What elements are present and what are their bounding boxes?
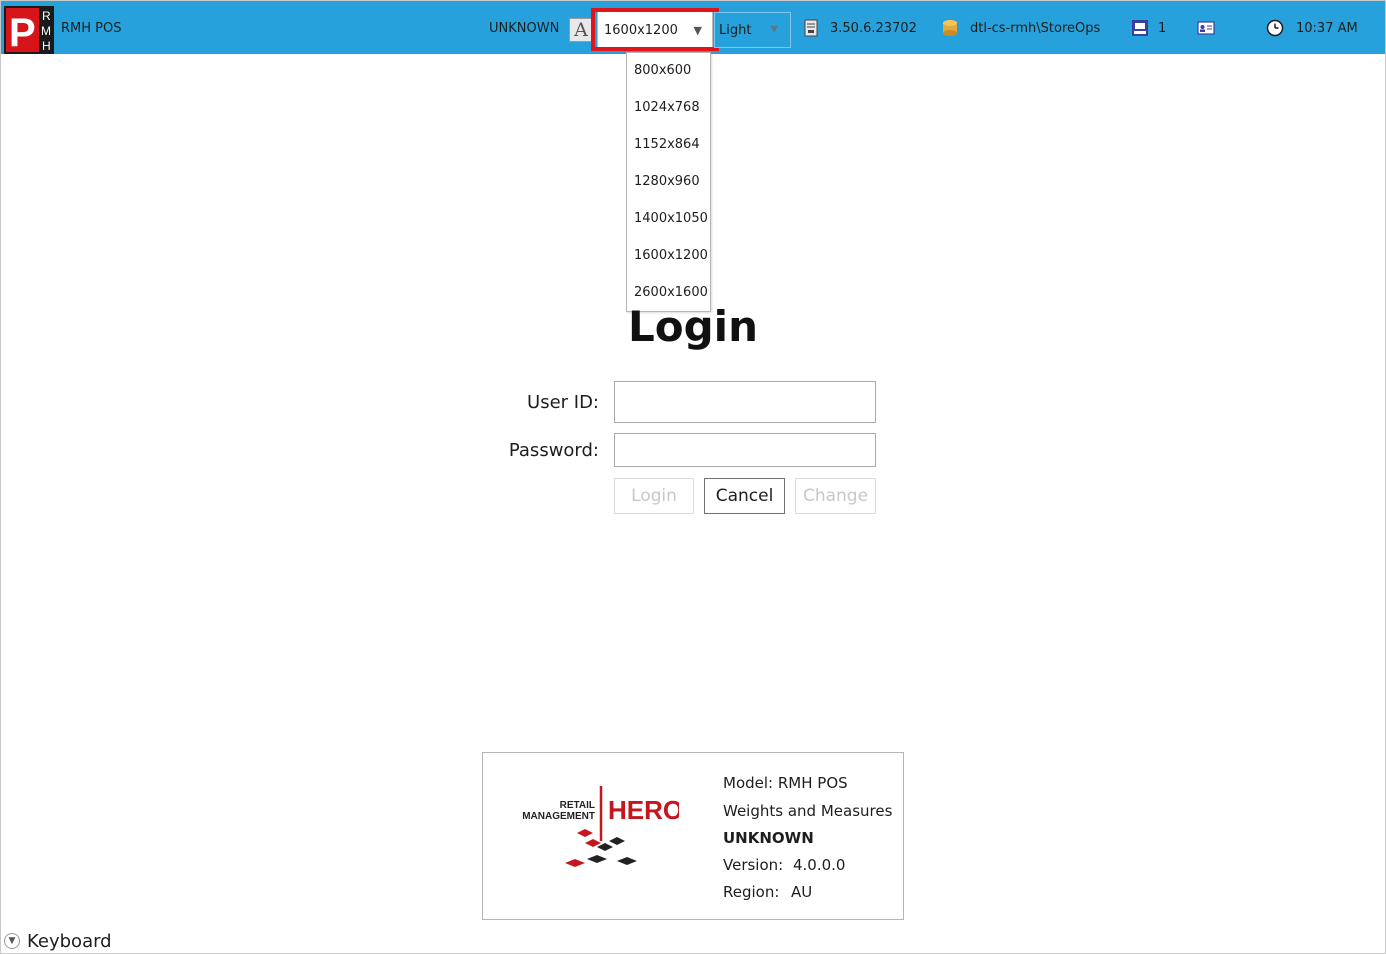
version-value: 4.0.0.0 bbox=[793, 856, 846, 874]
logo-letter-m: M bbox=[41, 24, 51, 38]
password-input[interactable] bbox=[614, 433, 876, 467]
current-time: 10:37 AM bbox=[1296, 21, 1358, 36]
password-label: Password: bbox=[508, 440, 599, 461]
top-bar: P R M H RMH POS UNKNOWN A 1600x1200 ▼ Li… bbox=[1, 1, 1385, 54]
register-icon bbox=[1132, 20, 1148, 36]
product-info-box: RETAIL MANAGEMENT HERO Model: RMH POS We… bbox=[482, 752, 904, 920]
change-button[interactable]: Change bbox=[795, 478, 876, 514]
chevron-down-icon: ▼ bbox=[4, 933, 20, 949]
theme-selected-value: Light bbox=[719, 23, 752, 38]
region-value: AU bbox=[791, 883, 813, 901]
chevron-down-icon: ▼ bbox=[770, 24, 778, 35]
logo-letter-r: R bbox=[42, 9, 51, 23]
logo-retail-text: RETAIL bbox=[560, 800, 595, 811]
server-icon bbox=[804, 19, 818, 37]
model-text: Model: RMH POS bbox=[723, 774, 848, 792]
resolution-option[interactable]: 1024x768 bbox=[627, 90, 710, 127]
resolution-option[interactable]: 1600x1200 bbox=[627, 238, 710, 275]
version-label: Version: bbox=[723, 856, 784, 874]
logo-letter-p: P bbox=[9, 11, 36, 54]
resolution-dropdown-list: 800x600 1024x768 1152x864 1280x960 1400x… bbox=[626, 52, 711, 312]
login-title: Login bbox=[628, 302, 758, 351]
theme-select[interactable]: Light ▼ bbox=[714, 12, 791, 48]
resolution-option[interactable]: 1152x864 bbox=[627, 127, 710, 164]
weights-measures-text: Weights and Measures bbox=[723, 802, 893, 820]
font-size-button[interactable]: A bbox=[569, 18, 593, 42]
retail-management-hero-logo: RETAIL MANAGEMENT HERO bbox=[522, 786, 679, 867]
app-version: 3.50.6.23702 bbox=[830, 21, 917, 36]
resolution-option[interactable]: 800x600 bbox=[627, 53, 710, 90]
keyboard-label: Keyboard bbox=[27, 931, 112, 952]
logo-letter-h: H bbox=[42, 39, 51, 53]
app-title: RMH POS bbox=[61, 21, 122, 36]
region-label: Region: bbox=[723, 883, 780, 901]
clock-icon bbox=[1266, 19, 1284, 37]
resolution-option[interactable]: 1400x1050 bbox=[627, 201, 710, 238]
logo-hero-text: HERO bbox=[608, 795, 679, 825]
logo-management-text: MANAGEMENT bbox=[522, 811, 595, 822]
login-button[interactable]: Login bbox=[614, 478, 694, 514]
highlight-box bbox=[591, 8, 719, 51]
database-name: dtl-cs-rmh\StoreOps bbox=[970, 21, 1101, 36]
database-icon bbox=[943, 20, 957, 36]
current-user: UNKNOWN bbox=[489, 21, 560, 36]
register-count: 1 bbox=[1158, 21, 1167, 36]
user-card-icon bbox=[1197, 21, 1215, 35]
resolution-option[interactable]: 1280x960 bbox=[627, 164, 710, 201]
user-id-input[interactable] bbox=[614, 381, 876, 423]
rmh-logo: P R M H bbox=[4, 6, 54, 54]
user-id-label: User ID: bbox=[527, 392, 599, 413]
cancel-button[interactable]: Cancel bbox=[704, 478, 785, 514]
font-icon: A bbox=[574, 19, 588, 41]
compliance-status: UNKNOWN bbox=[723, 829, 814, 847]
